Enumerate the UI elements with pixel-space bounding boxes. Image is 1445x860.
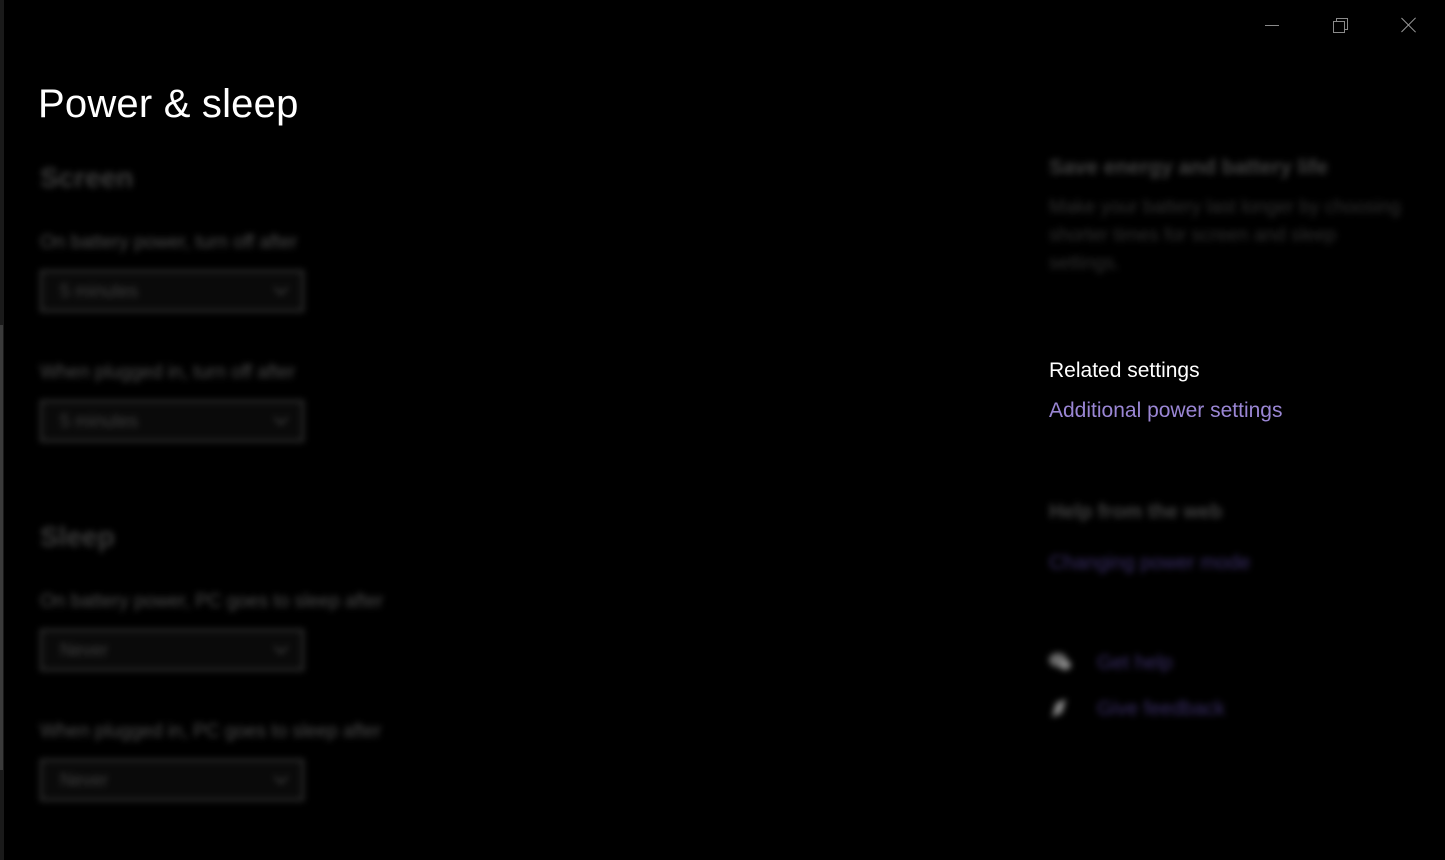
scrollbar-thumb[interactable]	[0, 325, 3, 770]
give-feedback-link[interactable]: Give feedback	[1097, 698, 1225, 721]
settings-window: Power & sleep Screen On battery power, t…	[0, 0, 1445, 860]
close-button[interactable]	[1375, 0, 1443, 50]
restore-icon	[1333, 18, 1348, 33]
chat-help-icon	[1049, 653, 1071, 670]
sleep-battery-value: Never	[60, 639, 109, 660]
chevron-down-icon	[273, 640, 289, 655]
save-energy-heading: Save energy and battery life	[1049, 156, 1328, 179]
chevron-down-icon	[273, 770, 289, 785]
minimize-icon	[1265, 24, 1279, 26]
close-icon	[1401, 17, 1417, 33]
minimize-button[interactable]	[1238, 0, 1306, 50]
screen-battery-label: On battery power, turn off after	[40, 232, 298, 253]
screen-heading: Screen	[40, 162, 134, 193]
additional-power-settings-link[interactable]: Additional power settings	[1049, 399, 1282, 423]
screen-battery-dropdown[interactable]: 5 minutes	[40, 270, 304, 312]
screen-plugged-label: When plugged in, turn off after	[40, 362, 296, 383]
sleep-battery-label: On battery power, PC goes to sleep after	[40, 591, 384, 612]
restore-button[interactable]	[1306, 0, 1374, 50]
page-title: Power & sleep	[38, 82, 299, 126]
chevron-down-icon	[273, 411, 289, 426]
changing-power-mode-link[interactable]: Changing power mode	[1049, 552, 1250, 575]
related-settings-heading: Related settings	[1049, 359, 1200, 382]
screen-plugged-value: 5 minutes	[60, 410, 139, 431]
get-help-link[interactable]: Get help	[1097, 652, 1173, 675]
screen-plugged-dropdown[interactable]: 5 minutes	[40, 400, 304, 442]
sleep-plugged-dropdown[interactable]: Never	[40, 759, 304, 801]
help-web-heading: Help from the web	[1049, 501, 1223, 523]
feedback-icon	[1052, 699, 1066, 717]
screen-battery-value: 5 minutes	[60, 280, 139, 301]
sleep-heading: Sleep	[40, 521, 115, 552]
sleep-battery-dropdown[interactable]: Never	[40, 629, 304, 671]
save-energy-text: Make your battery last longer by choosin…	[1049, 197, 1401, 274]
chevron-down-icon	[273, 281, 289, 296]
sleep-plugged-label: When plugged in, PC goes to sleep after	[40, 721, 382, 742]
sleep-plugged-value: Never	[60, 769, 109, 790]
